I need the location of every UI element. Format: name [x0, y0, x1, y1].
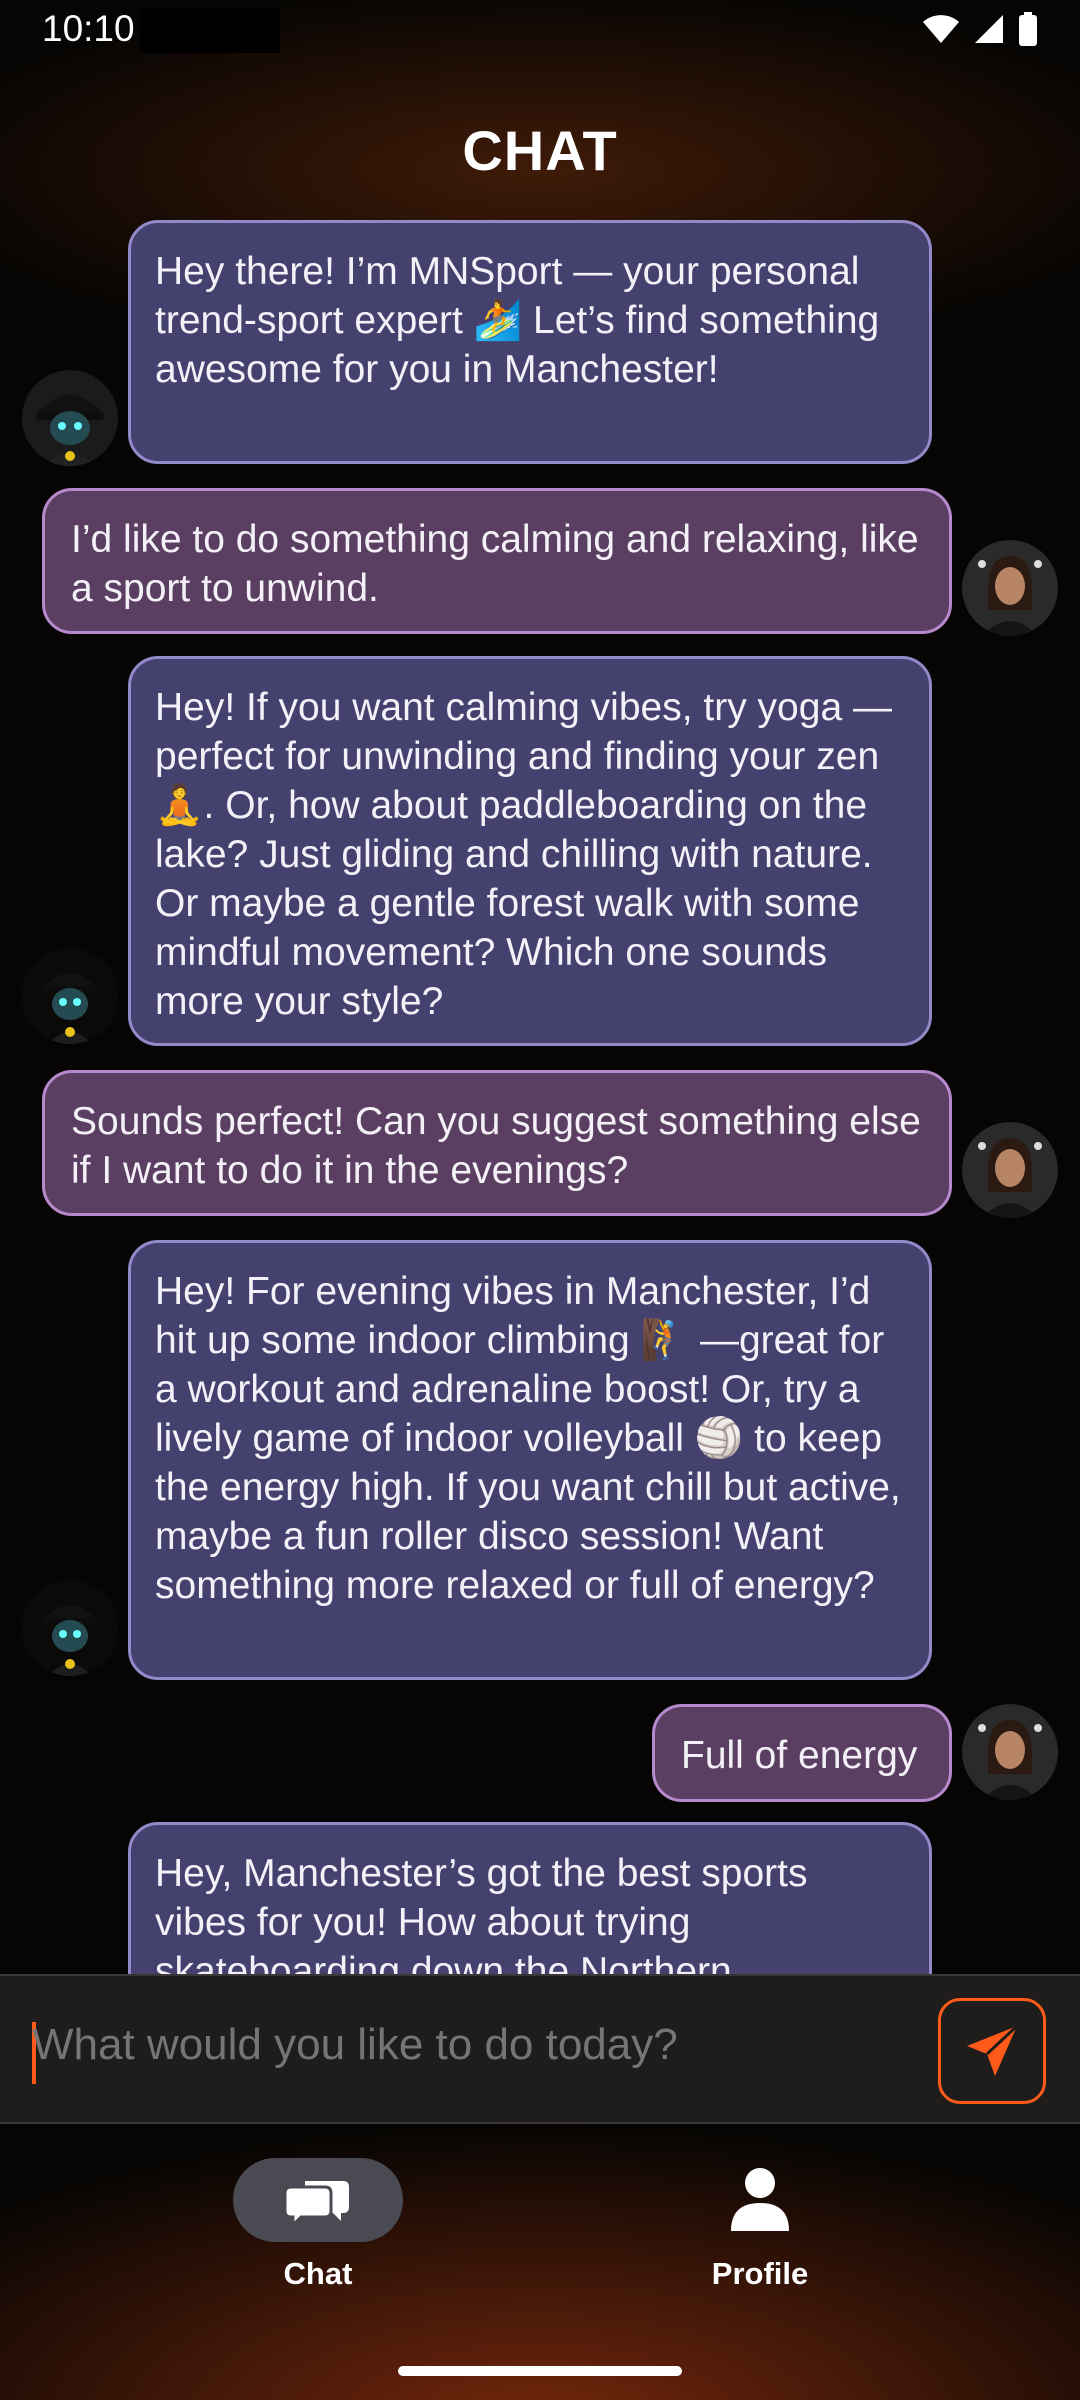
user-message: I’d like to do something calming and rel… — [42, 488, 952, 634]
nav-chat-label: Chat — [283, 2256, 353, 2291]
chat-message-list[interactable]: Hey there! I’m MNSport — your personal t… — [0, 200, 1080, 1974]
person-icon — [731, 2168, 789, 2231]
user-avatar — [962, 540, 1058, 636]
chat-bubbles-icon — [285, 2181, 349, 2225]
status-icons — [922, 12, 1038, 46]
bottom-navigation: Chat Profile — [0, 2124, 1080, 2400]
bot-avatar — [22, 948, 118, 1044]
home-indicator[interactable] — [398, 2366, 682, 2376]
nav-profile[interactable]: Profile — [650, 2158, 870, 2292]
nav-profile-label: Profile — [711, 2256, 809, 2291]
send-icon — [967, 2024, 1019, 2076]
bot-message: Hey there! I’m MNSport — your personal t… — [128, 220, 932, 464]
user-message: Sounds perfect! Can you suggest somethin… — [42, 1070, 952, 1216]
page-title: CHAT — [462, 119, 618, 182]
battery-icon — [1019, 12, 1037, 46]
user-message: Full of energy — [652, 1704, 952, 1802]
bot-message: Hey! For evening vibes in Manchester, I’… — [128, 1240, 932, 1680]
status-notification-area — [140, 8, 280, 53]
message-input-bar — [0, 1974, 1080, 2124]
bot-message: Hey! If you want calming vibes, try yoga… — [128, 656, 932, 1046]
signal-icon — [975, 15, 1003, 43]
bot-message: Hey, Manchester’s got the best sports vi… — [128, 1822, 932, 1974]
user-avatar — [962, 1122, 1058, 1218]
send-button[interactable] — [938, 1998, 1046, 2104]
status-time: 10:10 — [42, 8, 135, 49]
bot-avatar — [22, 1580, 118, 1676]
nav-chat[interactable]: Chat — [208, 2158, 428, 2292]
wifi-icon — [923, 15, 959, 43]
nav-chat-indicator — [233, 2158, 403, 2242]
status-bar: 10:10 — [0, 0, 1080, 60]
message-input[interactable] — [32, 2020, 892, 2070]
bot-avatar — [22, 370, 118, 466]
nav-profile-indicator — [675, 2158, 845, 2242]
user-avatar — [962, 1704, 1058, 1800]
